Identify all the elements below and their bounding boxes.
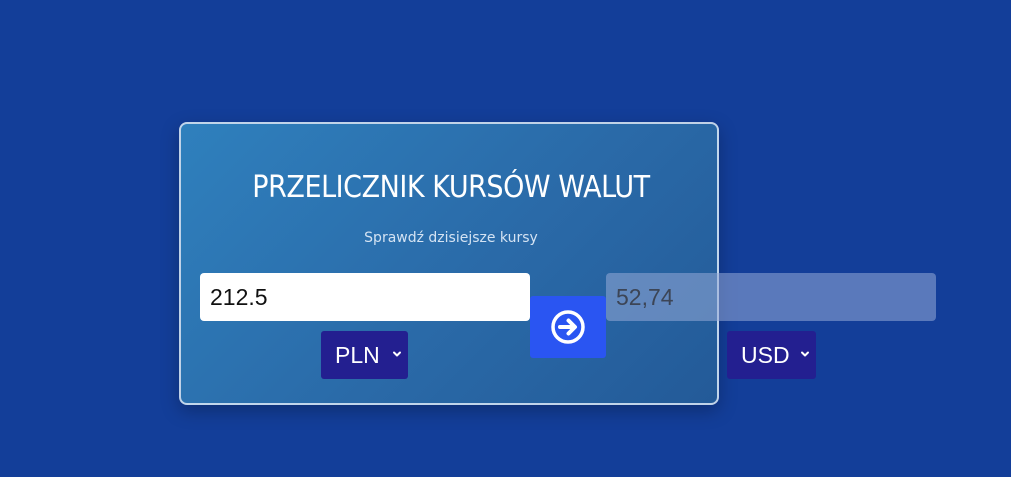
from-currency-label: PLN bbox=[335, 341, 380, 368]
page-subtitle: Sprawdź dzisiejsze kursy bbox=[364, 230, 538, 246]
from-currency-select[interactable]: PLN bbox=[321, 331, 408, 379]
chevron-down-icon bbox=[801, 351, 809, 357]
converter-card: PRZELICZNIK KURSÓW WALUT Sprawdź dzisiej… bbox=[179, 122, 719, 405]
to-currency-select[interactable]: USD bbox=[727, 331, 816, 379]
arrow-circle-right-icon bbox=[551, 310, 585, 344]
to-currency-label: USD bbox=[741, 341, 790, 368]
convert-button[interactable] bbox=[530, 296, 606, 358]
amount-input[interactable] bbox=[200, 273, 530, 321]
page-background: PRZELICZNIK KURSÓW WALUT Sprawdź dzisiej… bbox=[0, 0, 1011, 477]
chevron-down-icon bbox=[393, 351, 401, 357]
result-field[interactable] bbox=[606, 273, 936, 321]
page-title: PRZELICZNIK KURSÓW WALUT bbox=[252, 170, 650, 205]
